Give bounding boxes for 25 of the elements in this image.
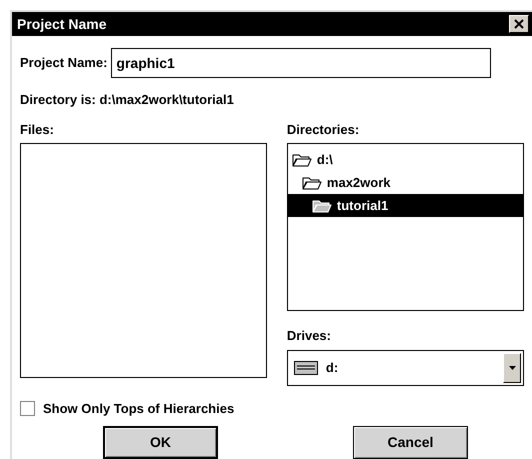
directory-item[interactable]: max2work [288, 171, 523, 194]
drive-value: d: [326, 358, 340, 377]
checkbox-label: Show Only Tops of Hierarchies [43, 400, 234, 418]
project-name-field[interactable]: graphic1 [111, 48, 492, 78]
checkbox[interactable] [20, 400, 35, 416]
folder-icon [312, 198, 332, 212]
close-button[interactable] [509, 15, 529, 33]
folder-icon [292, 152, 312, 166]
directory-path: Directory is: d:\max2work\tutorial1 [20, 91, 235, 109]
drives-label: Drives: [286, 327, 332, 345]
directories-label: Directories: [286, 120, 360, 138]
files-label: Files: [20, 120, 55, 138]
field-label: Project Name: [20, 54, 108, 72]
window-title: Project Name [17, 14, 106, 34]
dialog-button[interactable]: Cancel [353, 426, 468, 459]
drives-dropdown[interactable]: d: [286, 350, 524, 386]
directory-item[interactable]: d:\ [288, 148, 523, 171]
directories-list[interactable]: d:\ max2work tutorial1 [286, 143, 524, 311]
dropdown-button[interactable] [503, 352, 521, 382]
dialog-button[interactable]: OK [103, 426, 218, 459]
folder-icon [302, 176, 322, 190]
drive-icon [294, 360, 318, 374]
caret-icon [508, 366, 516, 370]
close-icon [514, 19, 524, 29]
directory-item[interactable]: tutorial1 [288, 194, 523, 217]
